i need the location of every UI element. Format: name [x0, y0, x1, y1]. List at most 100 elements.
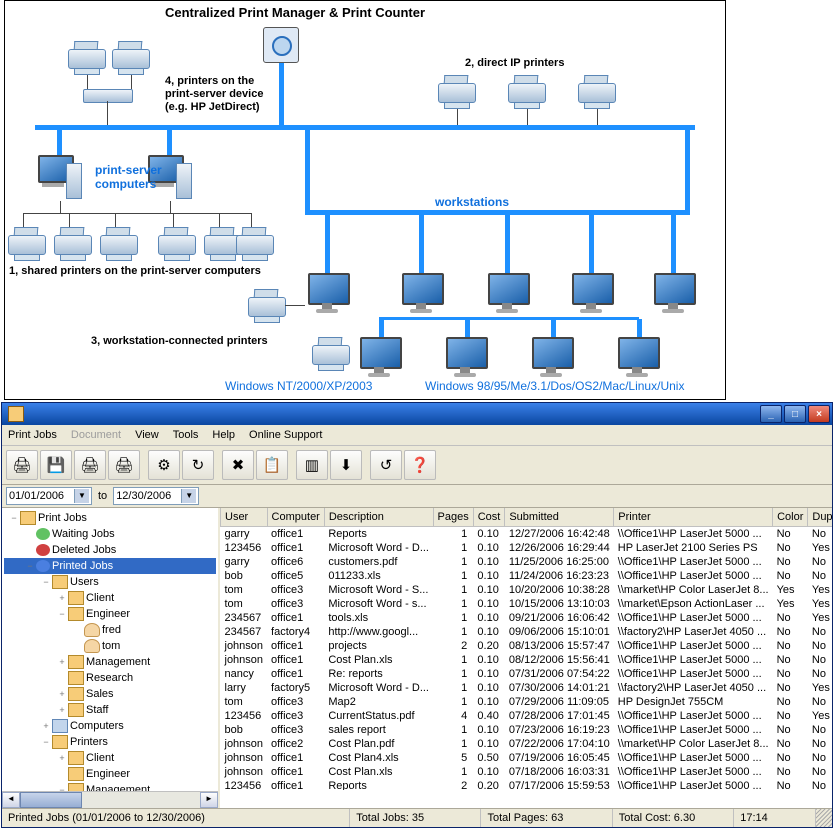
table-row[interactable]: nancyoffice1Re: reports10.1007/31/2006 0…: [221, 667, 833, 681]
printer-excel-icon[interactable]: 🖨: [108, 450, 140, 480]
jobs-table[interactable]: UserComputerDescriptionPagesCostSubmitte…: [220, 508, 832, 790]
date-from-input[interactable]: 01/01/2006▼: [6, 487, 92, 505]
close-button[interactable]: ×: [808, 405, 830, 423]
col-pages[interactable]: Pages: [433, 508, 473, 527]
titlebar[interactable]: _ □ ×: [2, 403, 832, 425]
expand-icon[interactable]: [56, 670, 68, 686]
table-row[interactable]: 123456office1Microsoft Word - D...10.101…: [221, 541, 833, 555]
table-row[interactable]: johnsonoffice1Cost Plan.xls10.1007/18/20…: [221, 765, 833, 779]
expand-icon[interactable]: +: [56, 750, 68, 766]
help-icon[interactable]: ❓: [404, 450, 436, 480]
printer-icon: [65, 41, 111, 81]
scroll-right-button[interactable]: ►: [200, 792, 218, 808]
scroll-left-button[interactable]: ◄: [2, 792, 20, 808]
expand-icon[interactable]: −: [40, 734, 52, 750]
save-icon[interactable]: 💾: [40, 450, 72, 480]
expand-icon[interactable]: −: [40, 574, 52, 590]
minimize-button[interactable]: _: [760, 405, 782, 423]
menu-print-jobs[interactable]: Print Jobs: [8, 429, 57, 441]
expand-icon[interactable]: +: [56, 702, 68, 718]
table-row[interactable]: johnsonoffice1Cost Plan4.xls50.5007/19/2…: [221, 751, 833, 765]
person-icon: [84, 639, 100, 653]
table-row[interactable]: 234567factory4http://www.googl...10.1009…: [221, 625, 833, 639]
col-cost[interactable]: Cost: [473, 508, 505, 527]
tree-node[interactable]: +Client: [4, 750, 216, 766]
table-row[interactable]: johnsonoffice1projects20.2008/13/2006 15…: [221, 639, 833, 653]
table-row[interactable]: tomoffice3Map210.1007/29/2006 11:09:05HP…: [221, 695, 833, 709]
dropdown-icon[interactable]: ▼: [181, 489, 196, 503]
expand-icon[interactable]: +: [56, 590, 68, 606]
table-row[interactable]: johnsonoffice1Cost Plan.xls10.1008/12/20…: [221, 653, 833, 667]
col-user[interactable]: User: [221, 508, 268, 527]
tree-node[interactable]: +Sales: [4, 686, 216, 702]
table-row[interactable]: 123456office3CurrentStatus.pdf40.4007/28…: [221, 709, 833, 723]
printer-icon: [233, 227, 279, 267]
table-row[interactable]: 234567office1tools.xls10.1009/21/2006 16…: [221, 611, 833, 625]
table-row[interactable]: 123456office1Reports20.2007/17/2006 15:5…: [221, 779, 833, 790]
table-row[interactable]: larryfactory5Microsoft Word - D...10.100…: [221, 681, 833, 695]
dropdown-icon[interactable]: ▼: [74, 489, 89, 503]
col-printer[interactable]: Printer: [614, 508, 773, 527]
date-to-input[interactable]: 12/30/2006▼: [113, 487, 199, 505]
tree-panel[interactable]: −Print Jobs Waiting Jobs Deleted Jobs−Pr…: [2, 508, 220, 808]
delete-icon[interactable]: ✖: [222, 450, 254, 480]
printer-icon: [309, 337, 355, 377]
expand-icon[interactable]: −: [8, 510, 20, 526]
scroll-thumb[interactable]: [20, 792, 82, 808]
menu-help[interactable]: Help: [212, 429, 235, 441]
tree-node[interactable]: +Client: [4, 590, 216, 606]
expand-icon[interactable]: +: [40, 718, 52, 734]
menu-view[interactable]: View: [135, 429, 159, 441]
tree-node[interactable]: Deleted Jobs: [4, 542, 216, 558]
printer-color-icon[interactable]: 🖨: [74, 450, 106, 480]
expand-icon[interactable]: [24, 542, 36, 558]
printer-icon[interactable]: 🖨: [6, 450, 38, 480]
tree-node[interactable]: +Computers: [4, 718, 216, 734]
col-submitted[interactable]: Submitted: [505, 508, 614, 527]
tree-node[interactable]: + Management: [4, 654, 216, 670]
table-row[interactable]: johnsonoffice2Cost Plan.pdf10.1007/22/20…: [221, 737, 833, 751]
expand-icon[interactable]: [56, 766, 68, 782]
expand-icon[interactable]: +: [56, 654, 68, 670]
col-duplex[interactable]: Duplex: [808, 508, 832, 527]
table-row[interactable]: tomoffice3Microsoft Word - S...10.1010/2…: [221, 583, 833, 597]
table-row[interactable]: garryoffice1Reports10.1012/27/2006 16:42…: [221, 527, 833, 542]
tree-node[interactable]: −Printers: [4, 734, 216, 750]
redo-icon[interactable]: ↺: [370, 450, 402, 480]
tree-node[interactable]: tom: [4, 638, 216, 654]
col-color[interactable]: Color: [773, 508, 808, 527]
tree-hscrollbar[interactable]: ◄ ►: [2, 791, 218, 808]
gear-icon[interactable]: ⚙: [148, 450, 180, 480]
maximize-button[interactable]: □: [784, 405, 806, 423]
monitor-icon: [529, 337, 575, 377]
table-row[interactable]: boboffice5011233.xls10.1011/24/2006 16:2…: [221, 569, 833, 583]
tree-node[interactable]: Waiting Jobs: [4, 526, 216, 542]
menu-online-support[interactable]: Online Support: [249, 429, 322, 441]
tree-node[interactable]: Engineer: [4, 766, 216, 782]
column-right-icon[interactable]: ⬇: [330, 450, 362, 480]
resize-grip[interactable]: [816, 809, 832, 827]
expand-icon[interactable]: −: [24, 558, 36, 574]
column-left-icon[interactable]: ▥: [296, 450, 328, 480]
tree-node[interactable]: −Printed Jobs: [4, 558, 216, 574]
tree-node[interactable]: +Staff: [4, 702, 216, 718]
col-description[interactable]: Description: [324, 508, 433, 527]
expand-icon[interactable]: [72, 622, 84, 638]
expand-icon[interactable]: [24, 526, 36, 542]
clipboard-icon[interactable]: 📋: [256, 450, 288, 480]
expand-icon[interactable]: −: [56, 606, 68, 622]
refresh-icon[interactable]: ↻: [182, 450, 214, 480]
expand-icon[interactable]: +: [56, 686, 68, 702]
table-row[interactable]: boboffice3sales report10.1007/23/2006 16…: [221, 723, 833, 737]
expand-icon[interactable]: [72, 638, 84, 654]
table-row[interactable]: garryoffice6customers.pdf10.1011/25/2006…: [221, 555, 833, 569]
tree-node[interactable]: Research: [4, 670, 216, 686]
tree-node[interactable]: −Users: [4, 574, 216, 590]
table-row[interactable]: tomoffice3Microsoft Word - s...10.1010/1…: [221, 597, 833, 611]
tree-label: Management: [86, 656, 150, 668]
menu-tools[interactable]: Tools: [173, 429, 199, 441]
tree-node[interactable]: fred: [4, 622, 216, 638]
tree-node[interactable]: −Engineer: [4, 606, 216, 622]
col-computer[interactable]: Computer: [267, 508, 324, 527]
tree-node[interactable]: −Print Jobs: [4, 510, 216, 526]
